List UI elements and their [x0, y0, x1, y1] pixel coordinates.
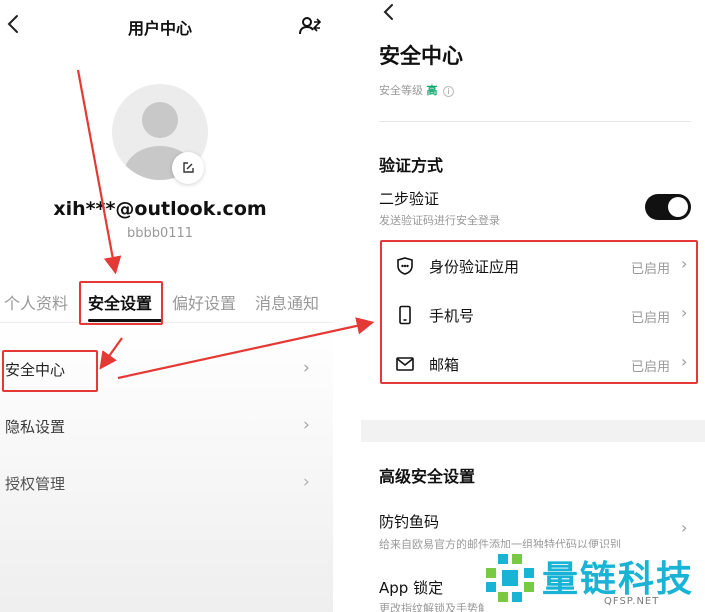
highlight-box-verification-methods: [380, 240, 698, 384]
security-level-label: 安全等级: [379, 84, 423, 97]
divider: [0, 322, 333, 323]
user-switch-icon[interactable]: [298, 14, 322, 38]
edit-avatar-button[interactable]: [172, 152, 204, 184]
edit-icon: [183, 162, 194, 173]
chevron-right-icon: ›: [303, 415, 310, 435]
page-title: 安全中心: [379, 44, 463, 68]
two-step-label: 二步验证: [379, 190, 440, 208]
highlight-box-security-tab: [79, 281, 163, 325]
user-center-panel: 用户中心 xih***@outlook.com bbbb0111 个人资料 安全…: [0, 0, 333, 612]
chevron-left-icon[interactable]: [379, 0, 399, 32]
info-icon[interactable]: i: [443, 86, 454, 97]
watermark-subtext: QFSP.NET: [604, 596, 660, 607]
item-label: 防钓鱼码: [379, 513, 440, 531]
user-id: bbbb0111: [126, 226, 194, 241]
settings-tabs: 个人资料 安全设置 偏好设置 消息通知: [0, 290, 333, 322]
two-step-desc: 发送验证码进行安全登录: [379, 214, 500, 227]
user-email: xih***@outlook.com: [53, 198, 267, 220]
menu-item-privacy-settings[interactable]: 隐私设置 ›: [0, 407, 333, 447]
item-desc: 更改指纹解锁及手势解: [379, 602, 489, 612]
tab-notifications[interactable]: 消息通知: [255, 290, 319, 314]
page-title: 用户中心: [127, 19, 192, 38]
watermark-text: 量链科技: [542, 559, 695, 600]
avatar-placeholder-icon: [142, 102, 178, 138]
menu-item-label: 授权管理: [5, 475, 66, 493]
chevron-right-icon: ›: [303, 472, 310, 492]
section-separator: [361, 420, 705, 442]
two-step-toggle[interactable]: [645, 194, 691, 220]
watermark-logo-icon: [486, 554, 534, 602]
chevron-right-icon: ›: [681, 518, 688, 537]
highlight-box-security-center: [2, 350, 98, 392]
menu-item-authorization[interactable]: 授权管理 ›: [0, 464, 333, 504]
menu-item-label: 隐私设置: [5, 418, 66, 436]
chevron-right-icon: ›: [303, 358, 310, 378]
tab-personal-info[interactable]: 个人资料: [4, 290, 68, 314]
item-label: App 锁定: [379, 579, 444, 597]
section-title-advanced: 高级安全设置: [379, 467, 476, 486]
security-level: 安全等级 高 i: [379, 82, 454, 98]
security-level-value: 高: [426, 84, 438, 97]
section-title-verification: 验证方式: [379, 156, 444, 175]
watermark: 量链科技 QFSP.NET: [484, 548, 705, 612]
tab-preferences[interactable]: 偏好设置: [172, 290, 236, 314]
divider: [379, 121, 691, 122]
